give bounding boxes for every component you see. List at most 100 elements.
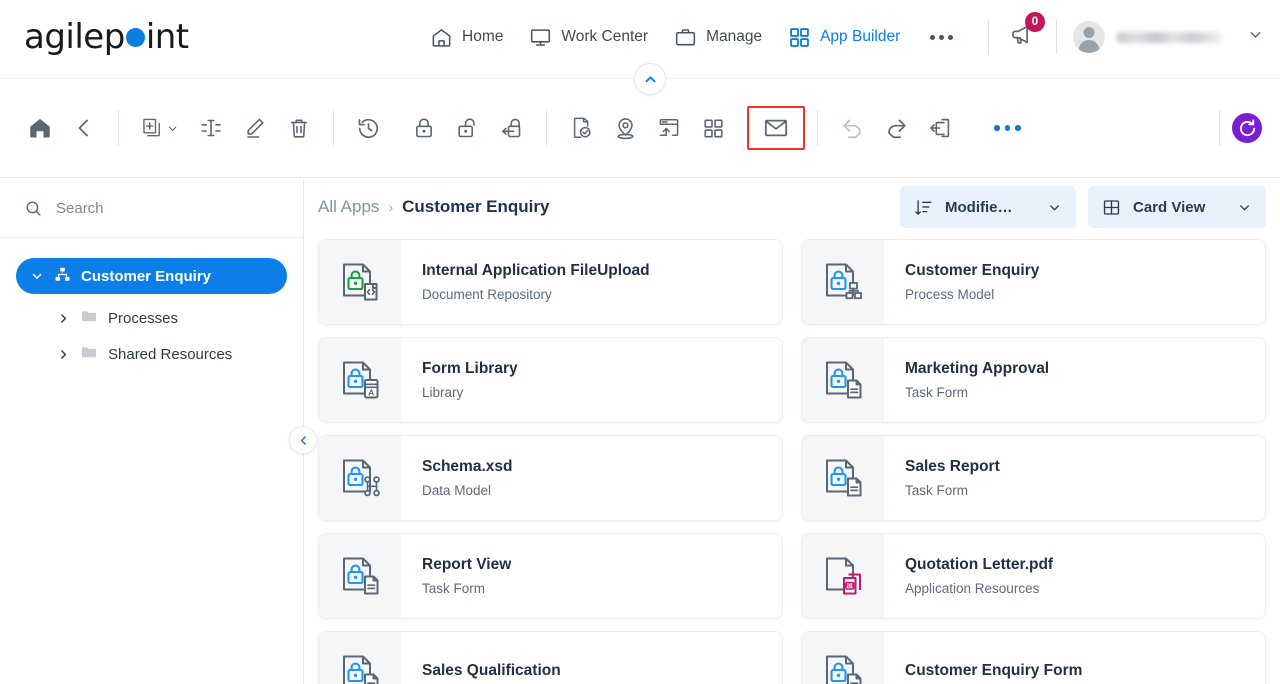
toolbar-locate-button[interactable]	[603, 106, 647, 150]
chevron-right-icon[interactable]	[56, 348, 70, 361]
envelope-icon	[764, 119, 788, 137]
document-lock-form-icon	[826, 361, 862, 399]
agilepoint-logo[interactable]: agilep int	[24, 17, 189, 57]
nav-label-app-builder: App Builder	[820, 28, 901, 45]
card-icon-panel	[802, 632, 884, 684]
card-item[interactable]: Marketing Approval Task Form	[801, 337, 1266, 423]
toolbar-undo-button[interactable]	[830, 106, 874, 150]
card-item[interactable]: A Form Library Library	[318, 337, 783, 423]
card-text: Quotation Letter.pdf Application Resourc…	[884, 534, 1053, 618]
nav-label-manage: Manage	[706, 28, 763, 45]
dot-2	[939, 34, 945, 40]
breadcrumb-separator: ›	[388, 199, 394, 215]
nav-more-button[interactable]	[926, 34, 957, 40]
card-subtitle: Application Resources	[905, 581, 1040, 596]
publish-window-icon	[659, 119, 679, 136]
toolbar-edit-button[interactable]	[233, 106, 277, 150]
lock-transfer-icon	[502, 118, 521, 138]
announcements-button[interactable]: 0	[1005, 12, 1045, 57]
toolbar-validate-button[interactable]	[559, 106, 603, 150]
sidebar-item-customer-enquiry[interactable]: Customer Enquiry	[16, 258, 287, 294]
tb-dot-1	[994, 125, 1000, 131]
toolbar-history-button[interactable]	[346, 106, 390, 150]
user-menu[interactable]	[1073, 21, 1264, 53]
view-mode-dropdown[interactable]: Card View	[1088, 186, 1266, 228]
card-title: Customer Enquiry	[905, 262, 1040, 279]
view-mode-label: Card View	[1133, 198, 1206, 216]
card-item[interactable]: Sales Qualification	[318, 631, 783, 684]
document-lock-form-icon	[826, 655, 862, 684]
toolbar-send-mail-button[interactable]	[747, 106, 805, 150]
toolbar-back-button[interactable]	[62, 106, 106, 150]
chevron-down-icon[interactable]	[1247, 26, 1264, 48]
top-navigation-bar: agilep int Home Work Center Manage App B…	[0, 0, 1280, 74]
toolbar-redo-button[interactable]	[874, 106, 918, 150]
card-item[interactable]: PDF Quotation Letter.pdf Application Res…	[801, 533, 1266, 619]
card-subtitle: Task Form	[905, 385, 969, 400]
sort-dropdown[interactable]: Modifie…	[900, 186, 1076, 228]
toolbar-apps-grid-button[interactable]	[691, 106, 735, 150]
sidebar-collapse-button[interactable]	[289, 426, 317, 454]
document-lock-form-icon	[343, 655, 379, 684]
toolbar-publish-button[interactable]	[647, 106, 691, 150]
card-item[interactable]: Customer Enquiry Form	[801, 631, 1266, 684]
nav-item-work-center[interactable]: Work Center	[529, 26, 648, 49]
card-item[interactable]: Report View Task Form	[318, 533, 783, 619]
toolbar-home-button[interactable]	[18, 106, 62, 150]
nav-item-app-builder[interactable]: App Builder	[788, 26, 900, 49]
toolbar-divider-2	[333, 110, 334, 146]
sort-label: Modifie…	[945, 198, 1013, 216]
card-subtitle: Process Model	[905, 287, 995, 302]
dot-3	[948, 34, 954, 40]
import-icon	[930, 118, 950, 138]
sidebar-item-shared-resources[interactable]: Shared Resources	[42, 336, 287, 372]
card-item[interactable]: Internal Application FileUpload Document…	[318, 239, 783, 325]
toolbar-new-document-button[interactable]	[131, 106, 189, 150]
card-title: Internal Application FileUpload	[422, 262, 650, 279]
card-text: Schema.xsd Data Model	[401, 436, 512, 520]
chevron-down-icon[interactable]	[30, 269, 44, 283]
sidebar-search-row[interactable]	[0, 179, 303, 238]
card-text: Customer Enquiry Form	[884, 632, 1082, 684]
sidebar-item-processes[interactable]: Processes	[42, 300, 287, 336]
refresh-icon	[1239, 118, 1255, 136]
card-text: Form Library Library	[401, 338, 518, 422]
home-filled-icon	[30, 118, 50, 138]
chevron-up-icon	[645, 75, 655, 82]
monitor-icon	[529, 26, 552, 49]
toolbar-delete-button[interactable]	[277, 106, 321, 150]
search-input[interactable]	[56, 199, 256, 217]
svg-text:A: A	[368, 388, 374, 397]
card-title: Report View	[422, 556, 512, 573]
action-toolbar	[0, 78, 1280, 178]
nav-label-home: Home	[462, 28, 504, 45]
card-item[interactable]: Customer Enquiry Process Model	[801, 239, 1266, 325]
card-item[interactable]: Sales Report Task Form	[801, 435, 1266, 521]
nav-item-manage[interactable]: Manage	[674, 26, 762, 49]
home-icon	[430, 26, 453, 49]
card-title: Sales Qualification	[422, 661, 561, 679]
breadcrumb-all-apps[interactable]: All Apps	[318, 197, 379, 217]
nav-item-home[interactable]: Home	[430, 26, 503, 49]
toolbar-lock-button[interactable]	[402, 106, 446, 150]
toolbar-refresh-button[interactable]	[1232, 113, 1262, 143]
toolbar-insert-field-button[interactable]	[189, 106, 233, 150]
toolbar-import-button[interactable]	[918, 106, 962, 150]
toolbar-more-button[interactable]	[984, 125, 1031, 131]
chevron-right-icon[interactable]	[56, 312, 70, 325]
document-lock-code-icon	[343, 263, 378, 301]
card-subtitle: Task Form	[905, 483, 969, 498]
main-header: All Apps › Customer Enquiry Modifie… Car…	[304, 179, 1280, 235]
search-icon	[26, 200, 41, 216]
card-subtitle: Task Form	[422, 581, 486, 596]
toolbar-divider-4	[817, 110, 818, 146]
view-controls: Modifie… Card View	[900, 186, 1266, 228]
toolbar-unlock-button[interactable]	[446, 106, 490, 150]
card-text: Report View Task Form	[401, 534, 511, 618]
card-view-icon	[1103, 199, 1120, 215]
card-item[interactable]: Schema.xsd Data Model	[318, 435, 783, 521]
toolbar-transfer-lock-button[interactable]	[490, 106, 534, 150]
document-lock-form-icon	[343, 557, 379, 595]
announcement-badge: 0	[1025, 12, 1045, 32]
collapse-header-button[interactable]	[634, 63, 666, 95]
